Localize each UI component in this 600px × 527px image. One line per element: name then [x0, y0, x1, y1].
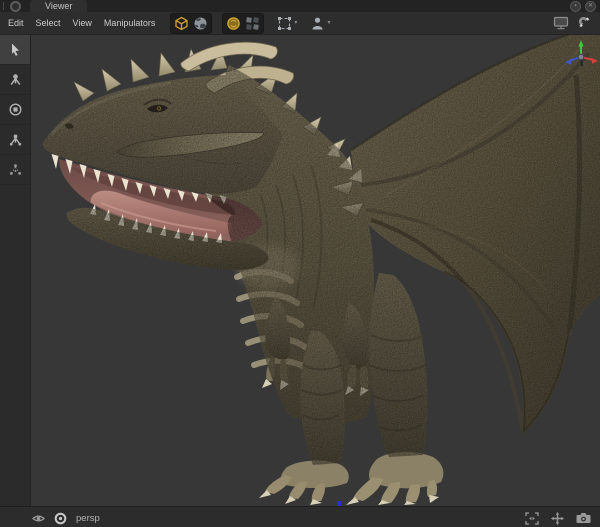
tab-controls: ▪ ✕: [570, 1, 596, 12]
arrow-cursor-icon: [8, 42, 23, 57]
close-panel-button[interactable]: ✕: [585, 1, 596, 12]
translate-tool-button[interactable]: [0, 65, 30, 95]
toolbar-right: [553, 16, 593, 31]
float-panel-button[interactable]: ▪: [570, 1, 581, 12]
chevron-down-icon: ▾: [327, 20, 330, 26]
select-tool-button[interactable]: [0, 35, 30, 65]
pivot-dots-icon: [8, 162, 23, 177]
menu-select[interactable]: Select: [31, 18, 66, 28]
menu-toolbar-row: Edit Select View Manipulators: [0, 12, 600, 35]
panel-divider: [3, 2, 4, 10]
viewer-panel: Viewer ▪ ✕ Edit Select View Manipulators: [0, 0, 600, 527]
paint-target-icon[interactable]: [225, 15, 242, 32]
view-controls: [525, 512, 591, 525]
eye-icon[interactable]: [32, 512, 45, 525]
locator-dot: [337, 501, 341, 506]
dragon-model-rendering: [31, 35, 600, 506]
menu-manipulators[interactable]: Manipulators: [99, 18, 161, 28]
camera-controls: persp: [32, 512, 100, 525]
tab-bar: Viewer ▪ ✕: [0, 0, 600, 12]
aperture-icon[interactable]: [54, 512, 67, 525]
rotate-tool-button[interactable]: [0, 95, 30, 125]
projection-cube-icon[interactable]: [173, 15, 190, 32]
user-pose-icon: [310, 16, 325, 31]
dragon-model[interactable]: [31, 35, 600, 506]
globe-icon[interactable]: [192, 15, 209, 32]
tool-sidebar: [0, 35, 31, 506]
pan-view-icon[interactable]: [551, 512, 564, 525]
paint-tool-group: [222, 13, 264, 34]
main-area: [0, 35, 600, 506]
scale-jack-icon: [8, 132, 23, 147]
camera-name-label[interactable]: persp: [76, 513, 100, 524]
tab-label: Viewer: [45, 1, 72, 11]
screenshot-camera-icon[interactable]: [576, 512, 591, 524]
magnet-icon[interactable]: [578, 16, 593, 31]
menu-edit[interactable]: Edit: [3, 18, 29, 28]
pivot-tool-button[interactable]: [0, 155, 30, 185]
channel-tiles-icon[interactable]: [244, 15, 261, 32]
scale-tool-button[interactable]: [0, 125, 30, 155]
tab-viewer[interactable]: Viewer: [30, 0, 87, 12]
marquee-select-button[interactable]: ▾: [277, 16, 297, 31]
fit-view-icon[interactable]: [525, 512, 539, 525]
rotate-circle-icon: [8, 102, 23, 117]
user-pose-button[interactable]: ▾: [310, 16, 330, 31]
marquee-select-icon: [277, 16, 292, 31]
translate-jack-icon: [8, 72, 23, 87]
status-bar: persp: [0, 506, 600, 527]
panel-icon[interactable]: [10, 1, 21, 12]
viewport[interactable]: [31, 35, 600, 506]
display-icon[interactable]: [553, 16, 569, 30]
projection-tool-group: [170, 13, 212, 34]
menu-view[interactable]: View: [68, 18, 97, 28]
chevron-down-icon: ▾: [294, 20, 297, 26]
